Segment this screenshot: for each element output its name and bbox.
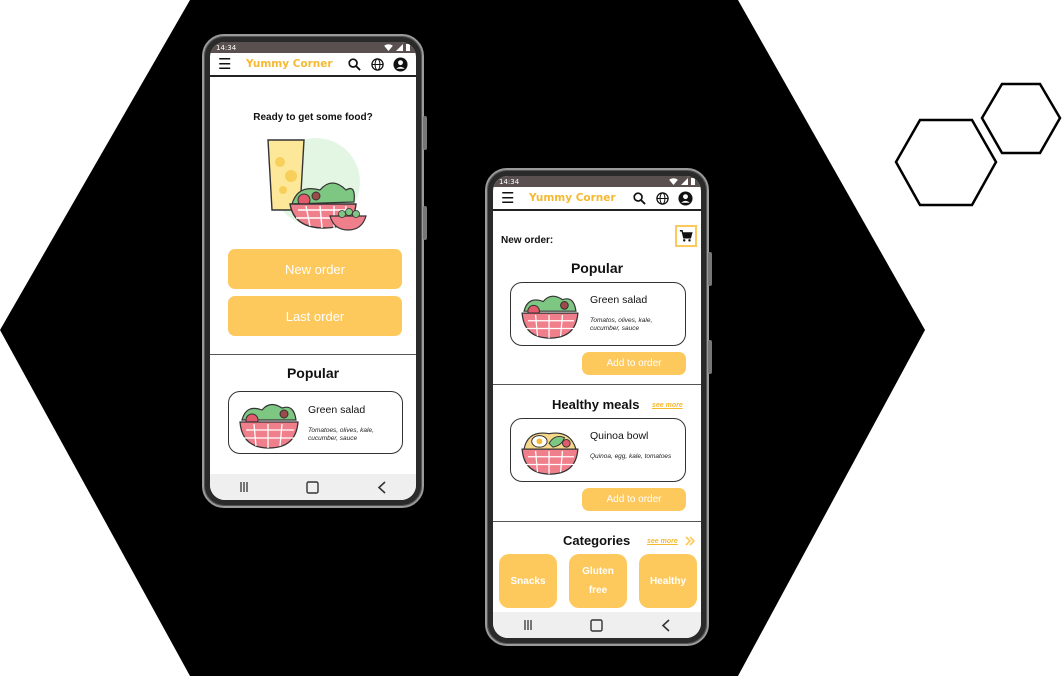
category-label: Snacks xyxy=(510,575,546,587)
salad-bowl-icon xyxy=(239,403,299,449)
popular-title: Popular xyxy=(286,365,340,381)
food-name: Green salad xyxy=(590,294,648,306)
new-order-button[interactable]: New order xyxy=(228,249,402,289)
chevron-double-right-icon[interactable] xyxy=(685,536,696,546)
divider xyxy=(493,384,701,385)
app-title: Yummy Corner xyxy=(246,58,333,70)
menu-icon[interactable]: ☰ xyxy=(218,57,238,72)
search-icon[interactable] xyxy=(631,190,647,206)
account-icon[interactable] xyxy=(677,190,693,206)
food-desc-line1: Tomatoes, olives, kale, xyxy=(308,427,374,434)
wifi-icon xyxy=(384,44,393,51)
recents-icon[interactable] xyxy=(236,479,252,495)
battery-icon xyxy=(406,44,410,51)
menu-icon[interactable]: ☰ xyxy=(501,191,521,206)
globe-icon[interactable] xyxy=(654,190,670,206)
quinoa-bowl-icon xyxy=(521,432,579,475)
app-bar: ☰ Yummy Corner xyxy=(493,187,701,211)
last-order-button[interactable]: Last order xyxy=(228,296,402,336)
status-time: 14:34 xyxy=(216,43,237,52)
category-label-line2: free xyxy=(588,585,608,596)
healthy-meals-header: Healthy meals see more xyxy=(493,397,701,415)
new-order-heading: New order: xyxy=(501,235,554,246)
greeting-text: Ready to get some food? xyxy=(253,112,373,123)
healthy-see-more-link[interactable]: see more xyxy=(652,402,683,409)
outline-hexagon-left xyxy=(894,118,998,207)
signal-icon xyxy=(396,44,403,51)
status-bar: 14:34 xyxy=(493,176,701,187)
category-label: Healthy xyxy=(649,575,687,587)
back-icon[interactable] xyxy=(374,479,390,495)
food-desc-line2: cucumber, sauce xyxy=(590,325,640,332)
globe-icon[interactable] xyxy=(369,56,385,72)
category-snacks[interactable]: Snacks xyxy=(499,554,557,608)
food-name: Quinoa bowl xyxy=(590,430,649,442)
categories-header: Categories see more xyxy=(493,533,701,551)
wifi-icon xyxy=(669,178,678,185)
recents-icon[interactable] xyxy=(520,617,536,633)
large-hexagon xyxy=(0,0,925,676)
status-time: 14:34 xyxy=(499,177,520,186)
divider xyxy=(493,521,701,522)
nav-bar xyxy=(210,474,416,500)
food-card-green-salad[interactable]: Green salad Tomatos, olives, kale, cucum… xyxy=(510,282,686,346)
food-desc-line1: Tomatos, olives, kale, xyxy=(590,317,653,324)
category-gluten-free[interactable]: Gluten free xyxy=(569,554,627,608)
healthy-meals-title: Healthy meals xyxy=(552,397,640,412)
back-icon[interactable] xyxy=(658,617,674,633)
battery-icon xyxy=(691,178,695,185)
categories-see-more-link[interactable]: see more xyxy=(647,538,678,545)
account-icon[interactable] xyxy=(392,56,408,72)
phone-home: 14:34 ☰ Yummy Corner Ready to get some f… xyxy=(202,34,427,508)
phone-new-order: 14:34 ☰ Yummy Corner New order: Popular … xyxy=(485,168,712,646)
home-icon[interactable] xyxy=(305,479,321,495)
food-card-green-salad[interactable]: Green salad Tomatoes, olives, kale, cucu… xyxy=(228,391,403,454)
food-illustration xyxy=(267,138,367,231)
category-label: Gluten xyxy=(582,566,614,577)
food-desc-line2: cucumber, sauce xyxy=(308,435,358,442)
food-card-quinoa-bowl[interactable]: Quinoa bowl Quinoa, egg, kale, tomatoes xyxy=(510,418,686,482)
salad-bowl-icon xyxy=(521,295,579,339)
food-desc: Quinoa, egg, kale, tomatoes xyxy=(590,453,672,460)
search-icon[interactable] xyxy=(346,56,362,72)
home-icon[interactable] xyxy=(589,617,605,633)
popular-title: Popular xyxy=(570,260,624,276)
canvas: 14:34 ☰ Yummy Corner Ready to get some f… xyxy=(0,0,1062,676)
app-title: Yummy Corner xyxy=(529,192,616,204)
outline-hexagon-right xyxy=(980,82,1062,155)
new-order-screen: 14:34 ☰ Yummy Corner New order: Popular … xyxy=(493,176,701,638)
category-healthy[interactable]: Healthy xyxy=(639,554,697,608)
home-screen: 14:34 ☰ Yummy Corner Ready to get some f… xyxy=(210,42,416,500)
add-to-order-button[interactable]: Add to order xyxy=(582,488,686,511)
status-bar: 14:34 xyxy=(210,42,416,53)
categories-title: Categories xyxy=(563,533,631,548)
food-name: Green salad xyxy=(308,404,366,416)
add-to-order-button[interactable]: Add to order xyxy=(582,352,686,375)
cart-icon[interactable] xyxy=(675,225,697,247)
app-bar: ☰ Yummy Corner xyxy=(210,53,416,77)
signal-icon xyxy=(681,178,688,185)
divider xyxy=(210,354,416,355)
nav-bar xyxy=(493,612,701,638)
